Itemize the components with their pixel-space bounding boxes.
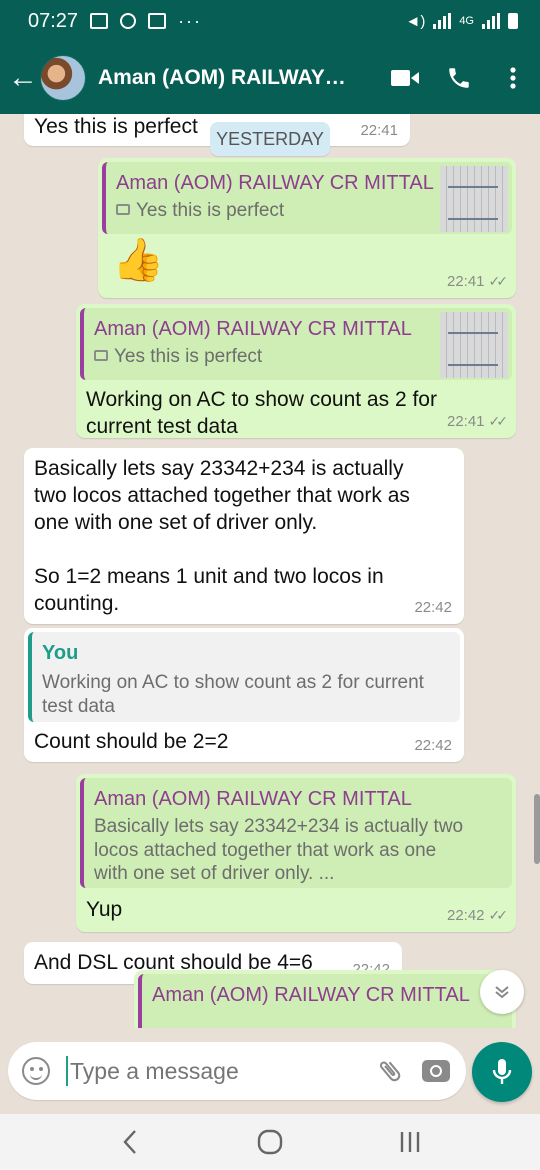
attach-icon bbox=[379, 1061, 401, 1082]
status-time: 07:27 bbox=[28, 9, 79, 32]
mute-icon: ◄) bbox=[405, 12, 426, 30]
quote-author: Aman (AOM) RAILWAY CR MITTAL bbox=[94, 788, 412, 810]
read-receipt-icon: ✓✓ bbox=[488, 413, 509, 429]
nav-back-button[interactable] bbox=[100, 1122, 160, 1162]
contact-name[interactable]: Aman (AOM) RAILWAY… bbox=[98, 66, 378, 90]
quoted-message[interactable]: Aman (AOM) RAILWAY CR MITTAL Basically l… bbox=[80, 778, 512, 888]
linkedin-notification-icon bbox=[148, 13, 167, 29]
quoted-message[interactable]: Aman (AOM) RAILWAY CR MITTAL Yes this is… bbox=[102, 162, 512, 234]
message-outgoing[interactable]: Aman (AOM) RAILWAY CR MITTAL Yes this is… bbox=[76, 304, 516, 438]
video-call-button[interactable] bbox=[378, 68, 432, 88]
nav-home-button[interactable] bbox=[240, 1122, 300, 1162]
read-receipt-icon: ✓✓ bbox=[488, 273, 509, 289]
quote-thumbnail bbox=[440, 166, 508, 232]
gallery-notification-icon bbox=[90, 13, 109, 29]
date-divider: YESTERDAY bbox=[210, 122, 330, 156]
signal-icon-2 bbox=[482, 13, 500, 29]
network-type: 4G bbox=[459, 15, 474, 27]
message-time: 22:41 ✓✓ bbox=[446, 413, 509, 430]
more-options-button[interactable] bbox=[486, 66, 540, 90]
video-call-icon bbox=[391, 70, 419, 86]
scrollbar[interactable] bbox=[534, 794, 540, 864]
nav-home-icon bbox=[257, 1129, 283, 1155]
quoted-message[interactable]: Aman (AOM) RAILWAY CR MITTAL Yes this is… bbox=[80, 308, 512, 380]
camera-icon[interactable] bbox=[422, 1060, 450, 1082]
mic-icon bbox=[492, 1059, 512, 1084]
more-vert-icon bbox=[510, 67, 516, 89]
system-navigation-bar bbox=[0, 1114, 540, 1170]
message-text: Working on AC to show count as 2 for cur… bbox=[86, 388, 437, 439]
message-time: 22:42 bbox=[414, 599, 452, 616]
nav-recents-icon bbox=[400, 1132, 420, 1152]
message-outgoing[interactable]: Aman (AOM) RAILWAY CR MITTAL Basically l… bbox=[76, 774, 516, 932]
message-text: Yup bbox=[86, 898, 123, 921]
quoted-message[interactable]: Aman (AOM) RAILWAY CR MITTAL bbox=[138, 974, 512, 1028]
message-incoming[interactable]: You Working on AC to show count as 2 for… bbox=[24, 628, 464, 762]
message-time: 22:41 ✓✓ bbox=[446, 273, 509, 290]
message-input[interactable] bbox=[66, 1056, 370, 1086]
message-list[interactable]: Yes this is perfect 22:41 YESTERDAY Aman… bbox=[0, 114, 540, 1028]
message-text: Count should be 2=2 bbox=[34, 730, 229, 753]
emoji-icon[interactable] bbox=[22, 1057, 50, 1085]
battery-icon bbox=[508, 13, 518, 29]
message-text: Yes this is perfect bbox=[34, 115, 198, 138]
phone-icon bbox=[449, 68, 469, 88]
message-incoming[interactable]: Basically lets say 23342+234 is actually… bbox=[24, 448, 464, 624]
scroll-down-icon bbox=[495, 986, 509, 999]
voice-call-button[interactable] bbox=[432, 65, 486, 91]
message-time: 22:42 ✓✓ bbox=[446, 907, 509, 924]
photo-icon bbox=[94, 350, 108, 361]
message-outgoing[interactable]: Aman (AOM) RAILWAY CR MITTAL Yes this is… bbox=[98, 158, 516, 298]
voice-message-button[interactable] bbox=[472, 1042, 532, 1102]
thumbs-up-emoji: 👍 bbox=[112, 236, 165, 283]
quote-author: You bbox=[42, 642, 79, 664]
quoted-message[interactable]: You Working on AC to show count as 2 for… bbox=[28, 632, 460, 722]
signal-icon bbox=[433, 13, 452, 29]
message-outgoing[interactable]: Aman (AOM) RAILWAY CR MITTAL bbox=[134, 970, 516, 1028]
chat-header: ← Aman (AOM) RAILWAY… bbox=[0, 42, 540, 114]
more-notifications-icon: ··· bbox=[178, 10, 203, 31]
message-text: Basically lets say 23342+234 is actually… bbox=[34, 457, 410, 616]
contact-avatar[interactable] bbox=[40, 55, 86, 101]
status-bar: 07:27 ··· ◄) 4G bbox=[0, 0, 540, 42]
quote-author: Aman (AOM) RAILWAY CR MITTAL bbox=[152, 984, 470, 1006]
scroll-to-bottom-button[interactable] bbox=[480, 970, 524, 1014]
composer bbox=[0, 1028, 540, 1114]
attach-button[interactable] bbox=[370, 1057, 410, 1085]
nav-recents-button[interactable] bbox=[380, 1122, 440, 1162]
back-arrow-icon[interactable]: ← bbox=[8, 63, 40, 93]
message-time: 22:42 bbox=[414, 737, 452, 754]
message-time: 22:41 bbox=[360, 122, 398, 139]
quote-thumbnail bbox=[440, 312, 508, 378]
app-notification-icon bbox=[120, 13, 137, 29]
nav-back-icon bbox=[123, 1130, 136, 1154]
read-receipt-icon: ✓✓ bbox=[488, 907, 509, 923]
message-input-box[interactable] bbox=[8, 1042, 466, 1100]
quote-text: Basically lets say 23342+234 is actually… bbox=[94, 816, 464, 885]
photo-icon bbox=[116, 204, 130, 215]
quote-text: Working on AC to show count as 2 for cur… bbox=[42, 672, 424, 717]
